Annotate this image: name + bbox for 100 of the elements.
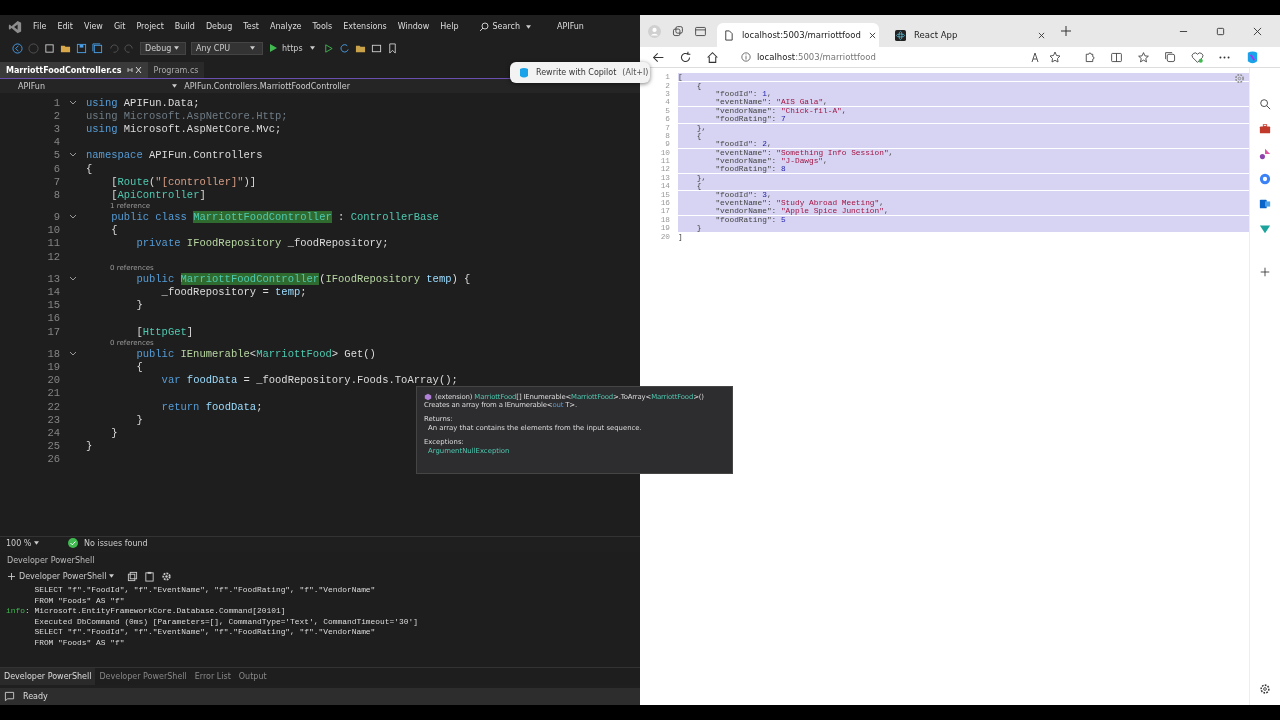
visual-studio-logo-icon [8, 19, 22, 34]
platform-dropdown[interactable]: Any CPU [191, 41, 263, 55]
line-number: 25 [46, 440, 60, 453]
menu-item[interactable]: Build [174, 22, 195, 31]
play-outline-icon[interactable] [322, 42, 334, 54]
panel-tab[interactable]: Error List [190, 668, 235, 685]
code-line: { [110, 224, 118, 237]
code-line: } [86, 440, 93, 453]
new-tab-icon[interactable] [1061, 26, 1071, 36]
bookmark-icon[interactable] [386, 42, 398, 54]
menu-item[interactable]: Extensions [343, 22, 387, 31]
panel-tab[interactable]: Developer PowerShell [95, 668, 191, 685]
search-button[interactable]: Search [479, 21, 534, 32]
menu-item[interactable]: Project [136, 22, 164, 31]
extensions-icon[interactable] [1083, 50, 1096, 64]
copilot-icon[interactable] [1245, 49, 1260, 65]
menu-item[interactable]: Test [243, 22, 259, 31]
save-icon[interactable] [76, 42, 87, 54]
mail-icon[interactable] [1259, 198, 1271, 210]
issues-status[interactable]: No issues found [84, 538, 148, 548]
new-item-icon[interactable] [44, 42, 55, 54]
orbit-icon[interactable] [1259, 173, 1271, 185]
back-icon[interactable] [652, 50, 665, 64]
menu-item[interactable]: Help [440, 22, 459, 31]
close-icon[interactable] [1253, 26, 1262, 36]
maximize-icon[interactable] [1216, 26, 1225, 36]
panel-title: Developer PowerShell [6, 554, 96, 567]
menu-item[interactable]: Edit [57, 22, 73, 31]
line-number: 8 [52, 188, 60, 201]
line-number: 19 [46, 360, 60, 373]
address-bar[interactable]: localhost:5003/marriottfood [733, 49, 1069, 65]
browser-tab[interactable]: React App [889, 23, 1051, 47]
document-tab[interactable]: Program.cs [147, 62, 205, 78]
zoom-dropdown[interactable]: 100 % [6, 538, 62, 548]
line-number: 4 [52, 136, 60, 149]
settings-icon[interactable] [161, 570, 173, 582]
menu-item[interactable]: Tools [312, 22, 333, 31]
code-line: [Route("[controller]")] [110, 175, 257, 188]
menu-item[interactable]: File [33, 22, 47, 31]
browser-tab[interactable]: localhost:5003/marriottfood [717, 23, 879, 47]
member-selector[interactable]: APIFun.Controllers.MarriottFoodController [169, 81, 350, 91]
code-line: [HttpGet] [135, 325, 194, 338]
line-number: 13 [46, 272, 60, 285]
solution-name: APIFun [556, 22, 584, 31]
page-icon [723, 29, 734, 41]
fold-chevron-icon[interactable] [69, 274, 77, 283]
star-icon[interactable] [1049, 51, 1061, 63]
terminal-dropdown[interactable]: Developer PowerShell [8, 571, 118, 581]
close-icon[interactable] [868, 31, 876, 39]
copy-icon[interactable] [127, 570, 139, 582]
chat-icon[interactable] [4, 691, 15, 702]
add-icon[interactable] [1259, 266, 1271, 278]
code-line: { [86, 162, 93, 175]
info-icon[interactable] [741, 52, 751, 62]
split-screen-icon[interactable] [1110, 50, 1123, 64]
line-number: 10 [46, 224, 60, 237]
menu-item[interactable]: Analyze [270, 22, 302, 31]
project-selector[interactable]: APIFun [18, 81, 45, 91]
settings-icon[interactable] [1259, 683, 1271, 695]
save-all-icon[interactable] [92, 42, 103, 54]
line-number: 15 [46, 299, 60, 312]
line-number: 14 [46, 286, 60, 299]
home-icon[interactable] [706, 50, 719, 64]
workspaces-icon[interactable] [671, 24, 684, 38]
window-icon[interactable] [370, 42, 382, 54]
run-button[interactable]: https [268, 43, 318, 53]
briefcase-icon[interactable] [1259, 123, 1271, 135]
code-line: public IEnumerable<MarriottFood> Get() [135, 347, 376, 360]
panel-tab[interactable]: Developer PowerShell [0, 668, 96, 685]
search-icon[interactable] [1259, 98, 1271, 110]
close-icon[interactable] [1038, 31, 1045, 39]
caret-icon [172, 84, 178, 88]
document-tab[interactable]: MarriottFoodController.cs [0, 62, 148, 78]
line-number: 21 [46, 387, 60, 400]
shapes-icon[interactable] [1259, 148, 1271, 160]
fold-chevron-icon[interactable] [69, 349, 77, 358]
fold-chevron-icon[interactable] [69, 98, 77, 107]
caret-icon [34, 541, 40, 545]
menu-item[interactable]: Debug [205, 22, 233, 31]
configuration-dropdown[interactable]: Debug [140, 41, 186, 55]
code-line: private IFoodRepository _foodRepository; [135, 237, 389, 250]
line-number: 20 [46, 374, 60, 387]
panel-tab[interactable]: Output [234, 668, 271, 685]
line-number: 17 [46, 325, 60, 338]
collections-icon[interactable] [1164, 50, 1177, 64]
caret-icon [309, 46, 315, 50]
code-line: public MarriottFoodController(IFoodRepository temp) { [135, 272, 471, 285]
pin-and-close-icon[interactable] [125, 66, 142, 74]
copilot-popup[interactable]: Rewrite with Copilot (Alt+I) [510, 62, 650, 83]
code-line: } [135, 299, 143, 312]
favorites-icon[interactable] [1137, 50, 1150, 64]
heart-icon[interactable] [1191, 50, 1204, 64]
paste-icon[interactable] [144, 570, 156, 582]
menu-item[interactable]: View [83, 22, 103, 31]
code-line: [ApiController] [110, 188, 206, 201]
menu-item[interactable]: Git [113, 22, 126, 31]
refresh-icon[interactable] [679, 50, 692, 64]
tab-actions-icon[interactable] [694, 24, 707, 38]
menu-item[interactable]: Window [397, 22, 430, 31]
line-number: 24 [46, 426, 60, 439]
